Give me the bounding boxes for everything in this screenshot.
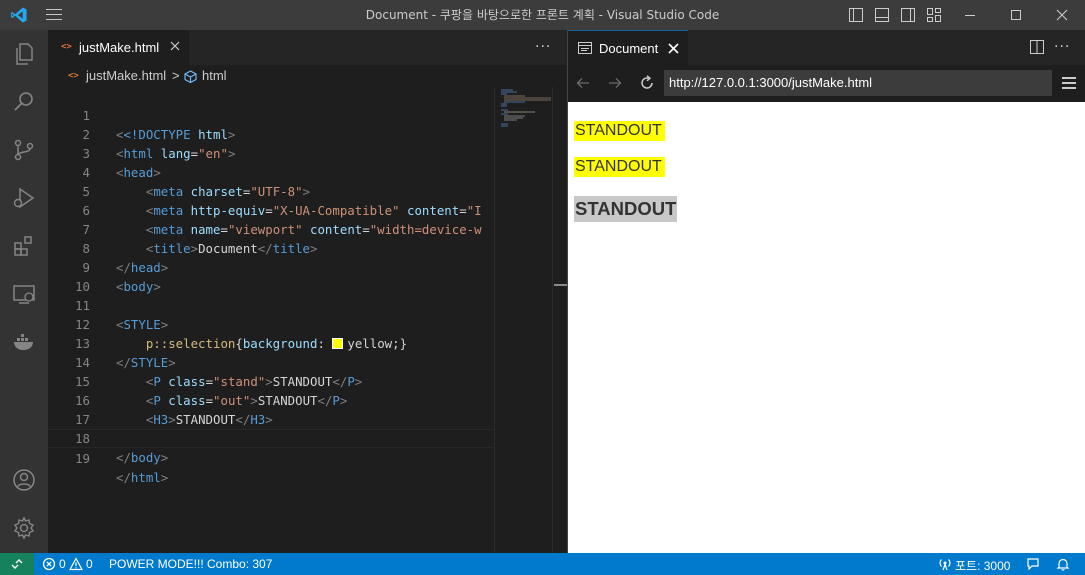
browser-preview-panel: Document ··· ST xyxy=(567,30,1085,553)
back-arrow-icon[interactable] xyxy=(575,75,591,91)
breadcrumb-separator: > xyxy=(172,68,180,83)
line-number: 19 xyxy=(75,451,90,466)
code-line: 11 <STYLE> xyxy=(48,277,494,332)
warning-icon[interactable] xyxy=(69,557,83,571)
code-line: 12 p::selection{background: yellow;} xyxy=(48,296,494,351)
ports-broadcast-icon[interactable] xyxy=(938,557,952,571)
menu-icon[interactable] xyxy=(46,9,62,21)
preview-icon xyxy=(578,42,592,54)
code-line-current: 19 </html> xyxy=(48,429,494,485)
source-control-icon[interactable] xyxy=(12,138,36,162)
html-file-icon: <> xyxy=(61,42,72,52)
editor-scrollbar[interactable] xyxy=(552,87,567,553)
code-line: 10 xyxy=(48,258,494,294)
code-line: 14 <P class="stand">STANDOUT</P> xyxy=(48,334,494,389)
power-mode-combo: POWER MODE!!! Combo: 307 xyxy=(109,557,273,571)
code-line: 18 </body> xyxy=(48,410,494,465)
close-tab-icon[interactable] xyxy=(668,43,679,54)
code-line: 5 <meta http-equiv="X-UA-Compatible" con… xyxy=(48,163,494,218)
error-icon[interactable] xyxy=(42,557,56,571)
activity-bar xyxy=(0,30,48,553)
code-line: 1 <<!DOCTYPE html> xyxy=(48,87,494,142)
address-bar-input[interactable] xyxy=(664,70,1052,96)
breadcrumb: <> justMake.html > html xyxy=(48,65,567,87)
code-line: 3 <head> xyxy=(48,125,494,180)
maximize-button[interactable] xyxy=(993,0,1039,30)
settings-gear-icon[interactable] xyxy=(12,516,36,540)
code-line: 9 <body> xyxy=(48,239,494,294)
editor-more-actions-icon[interactable]: ··· xyxy=(535,39,551,55)
paragraph-out: STANDOUT xyxy=(574,157,665,177)
status-bar: 0 0 POWER MODE!!! Combo: 307 포트: 3000 xyxy=(0,553,1085,575)
toggle-primary-sidebar-icon[interactable] xyxy=(849,8,863,22)
preview-more-actions-icon[interactable]: ··· xyxy=(1054,39,1070,55)
remote-indicator-button[interactable] xyxy=(0,553,34,575)
minimap-preview xyxy=(501,89,551,127)
heading-h3: STANDOUT xyxy=(574,196,678,222)
window-title: Document - 쿠팡을 바탕으로한 프론트 계획 - Visual Stu… xyxy=(365,8,720,22)
explorer-icon[interactable] xyxy=(12,42,36,66)
code-line: 6 <meta name="viewport" content="width=d… xyxy=(48,182,494,237)
docker-icon[interactable] xyxy=(12,330,36,354)
vscode-window: Document - 쿠팡을 바탕으로한 프론트 계획 - Visual Stu… xyxy=(0,0,1085,575)
preview-tabs: Document ··· xyxy=(568,30,1085,65)
code-line: 17 xyxy=(48,391,494,427)
reload-icon[interactable] xyxy=(639,75,655,91)
minimap[interactable] xyxy=(494,87,552,553)
code-line: 8 </head> xyxy=(48,220,494,275)
run-debug-icon[interactable] xyxy=(12,186,36,210)
tab-label: justMake.html xyxy=(79,40,160,55)
rendered-page: STANDOUT STANDOUT STANDOUT xyxy=(568,102,1085,553)
feedback-icon[interactable] xyxy=(1026,557,1040,571)
warning-count[interactable]: 0 xyxy=(86,557,93,571)
remote-icon xyxy=(11,559,23,569)
breadcrumb-symbol[interactable]: html xyxy=(202,68,227,83)
code-line: 16 <H3>STANDOUT</H3> xyxy=(48,372,494,427)
notifications-bell-icon[interactable] xyxy=(1056,557,1070,571)
forwarded-port[interactable]: 포트: 3000 xyxy=(955,557,1010,574)
minimize-button[interactable] xyxy=(947,0,993,30)
forward-arrow-icon[interactable] xyxy=(607,75,623,91)
tab-document-preview[interactable]: Document xyxy=(568,30,688,65)
error-count[interactable]: 0 xyxy=(59,557,66,571)
editor-tabs: <> justMake.html ··· xyxy=(48,30,567,65)
symbol-element-icon xyxy=(184,70,197,83)
code-line: 13 </STYLE> xyxy=(48,315,494,370)
accounts-icon[interactable] xyxy=(12,468,36,492)
preview-tab-label: Document xyxy=(599,41,659,56)
code-line: 4 <meta charset="UTF-8"> xyxy=(48,144,494,199)
code-line: 7 <title>Document</title> xyxy=(48,201,494,256)
breadcrumb-file[interactable]: justMake.html xyxy=(86,68,166,83)
extensions-icon[interactable] xyxy=(12,234,36,258)
tab-justmake-html[interactable]: <> justMake.html xyxy=(48,30,189,65)
remote-explorer-icon[interactable] xyxy=(12,282,36,306)
search-icon[interactable] xyxy=(12,90,36,114)
close-window-button[interactable] xyxy=(1039,0,1085,30)
close-tab-icon[interactable] xyxy=(169,40,181,52)
toggle-secondary-sidebar-icon[interactable] xyxy=(901,8,915,22)
html-file-icon: <> xyxy=(68,71,79,81)
editor-group: <> justMake.html ··· <> justMake.html > … xyxy=(48,30,567,553)
customize-layout-icon[interactable] xyxy=(927,8,941,22)
preview-navigation-bar xyxy=(568,65,1085,102)
paragraph-stand: STANDOUT xyxy=(574,121,665,141)
code-line: 2 <html lang="en"> xyxy=(48,106,494,161)
toggle-panel-icon[interactable] xyxy=(875,8,889,22)
vscode-logo-icon[interactable] xyxy=(10,6,28,24)
code-line: 15 <P class="out">STANDOUT</P> xyxy=(48,353,494,408)
preview-menu-icon[interactable] xyxy=(1062,77,1076,89)
title-bar: Document - 쿠팡을 바탕으로한 프론트 계획 - Visual Stu… xyxy=(0,0,1085,30)
scrollbar-cursor-marker xyxy=(554,284,567,286)
split-editor-icon[interactable] xyxy=(1030,40,1044,54)
code-editor[interactable]: 1 <<!DOCTYPE html> 2 <html lang="en"> 3 … xyxy=(48,87,494,553)
